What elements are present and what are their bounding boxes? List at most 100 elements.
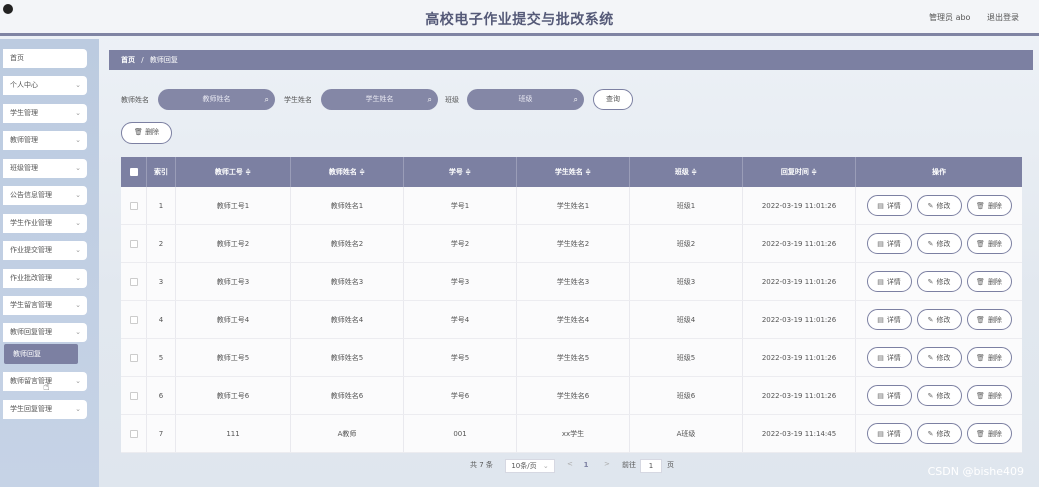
row-select-cell[interactable]: [121, 415, 147, 452]
table-row[interactable]: 2 教师工号2 教师姓名2 学号2 学生姓名2 班级2 2022-03-19 11:01:2…: [121, 225, 1022, 263]
detail-button[interactable]: ▤ 详情: [866, 385, 912, 406]
sidebar-item[interactable]: 学生作业管理 ⌄: [3, 214, 87, 233]
cell-teacher-id: 教师工号3: [176, 263, 291, 300]
sidebar-item[interactable]: 学生回复管理 ⌄: [3, 400, 87, 419]
th-reply-time[interactable]: 回复时间 ≑: [743, 157, 856, 187]
th-student-name[interactable]: 学生姓名 ≑: [517, 157, 630, 187]
cell-teacher-id: 教师工号6: [176, 377, 291, 414]
query-button[interactable]: 查询: [593, 89, 633, 110]
delete-button-label: 删除: [987, 239, 1002, 248]
row-checkbox[interactable]: [129, 353, 138, 362]
sidebar-item[interactable]: 首页: [3, 49, 87, 68]
sidebar-item[interactable]: 作业提交管理 ⌄: [3, 241, 87, 260]
trash-icon: 🗑: [976, 239, 985, 248]
sidebar-item[interactable]: 作业批改管理 ⌄: [3, 269, 87, 288]
row-checkbox[interactable]: [129, 315, 138, 324]
sidebar-sub-teacher-reply[interactable]: 教师回复: [4, 344, 78, 364]
document-icon: ▤: [877, 201, 884, 210]
current-page-number[interactable]: 1: [578, 459, 594, 473]
edit-button[interactable]: ✎ 修改: [916, 423, 962, 444]
cell-index: 4: [147, 301, 176, 338]
table-row[interactable]: 1 教师工号1 教师姓名1 学号1 学生姓名1 班级1 2022-03-19 11:01:2…: [121, 187, 1022, 225]
table-row[interactable]: 7 111 A教师 001 xx学生 A班级 2022-03-19 11:14:45 ▤ 详情 ✎…: [121, 415, 1022, 453]
sidebar-item-label: 班级管理: [10, 164, 38, 172]
row-select-cell[interactable]: [121, 187, 147, 224]
row-checkbox[interactable]: [129, 429, 138, 438]
page-size-select[interactable]: 10条/页 ⌄: [505, 459, 555, 473]
edit-button[interactable]: ✎ 修改: [916, 347, 962, 368]
edit-button[interactable]: ✎ 修改: [916, 233, 962, 254]
row-select-cell[interactable]: [121, 225, 147, 262]
edit-button[interactable]: ✎ 修改: [916, 271, 962, 292]
detail-button[interactable]: ▤ 详情: [866, 233, 912, 254]
cell-teacher-id: 教师工号4: [176, 301, 291, 338]
edit-button-label: 修改: [936, 239, 951, 248]
row-checkbox[interactable]: [129, 277, 138, 286]
pencil-icon: ✎: [927, 429, 934, 438]
select-all-checkbox[interactable]: [129, 168, 138, 176]
goto-page-input[interactable]: 1: [640, 459, 662, 473]
edit-button[interactable]: ✎ 修改: [916, 195, 962, 216]
delete-button[interactable]: 🗑 删除: [966, 195, 1012, 216]
sidebar-item[interactable]: 教师回复管理 ⌄: [3, 323, 87, 342]
delete-button[interactable]: 🗑 删除: [966, 233, 1012, 254]
row-checkbox[interactable]: [129, 391, 138, 400]
detail-button[interactable]: ▤ 详情: [866, 195, 912, 216]
pencil-icon: ✎: [927, 353, 934, 362]
student-name-input[interactable]: 学生姓名 ⌕: [321, 89, 438, 110]
cell-student-id: 学号1: [404, 187, 517, 224]
table-row[interactable]: 3 教师工号3 教师姓名3 学号3 学生姓名3 班级3 2022-03-19 11:01:2…: [121, 263, 1022, 301]
cell-reply-time: 2022-03-19 11:01:26: [743, 225, 856, 262]
detail-button[interactable]: ▤ 详情: [866, 309, 912, 330]
th-teacher-name[interactable]: 教师姓名 ≑: [291, 157, 404, 187]
detail-button[interactable]: ▤ 详情: [866, 347, 912, 368]
sidebar-item[interactable]: 班级管理 ⌄: [3, 159, 87, 178]
page-unit-label: 页: [667, 461, 674, 469]
sidebar-item[interactable]: 学生管理 ⌄: [3, 104, 87, 123]
th-student-id[interactable]: 学号 ≑: [404, 157, 517, 187]
pencil-icon: ✎: [927, 315, 934, 324]
cell-reply-time: 2022-03-19 11:01:26: [743, 187, 856, 224]
chevron-down-icon: ⌄: [75, 81, 81, 89]
th-class[interactable]: 班级 ≑: [630, 157, 743, 187]
sidebar-item[interactable]: 教师管理 ⌄: [3, 131, 87, 150]
table-row[interactable]: 5 教师工号5 教师姓名5 学号5 学生姓名5 班级5 2022-03-19 11:01:2…: [121, 339, 1022, 377]
sidebar-item[interactable]: 学生留言管理 ⌄: [3, 296, 87, 315]
delete-button[interactable]: 🗑 删除: [966, 347, 1012, 368]
next-page-button[interactable]: >: [604, 460, 610, 468]
breadcrumb-home[interactable]: 首页: [121, 56, 135, 64]
sidebar-item-label: 学生作业管理: [10, 219, 52, 227]
delete-button[interactable]: 🗑 删除: [966, 423, 1012, 444]
row-select-cell[interactable]: [121, 301, 147, 338]
row-select-cell[interactable]: [121, 377, 147, 414]
table-row[interactable]: 6 教师工号6 教师姓名6 学号6 学生姓名6 班级6 2022-03-19 11:01:2…: [121, 377, 1022, 415]
delete-button[interactable]: 🗑 删除: [966, 385, 1012, 406]
sidebar-item[interactable]: 个人中心 ⌄: [3, 76, 87, 95]
cell-reply-time: 2022-03-19 11:14:45: [743, 415, 856, 452]
delete-button[interactable]: 🗑 删除: [966, 271, 1012, 292]
sidebar-item[interactable]: 公告信息管理 ⌄: [3, 186, 87, 205]
detail-button[interactable]: ▤ 详情: [866, 271, 912, 292]
admin-user-label[interactable]: 管理员 abo: [929, 13, 970, 22]
teacher-name-input[interactable]: 教师姓名 ⌕: [158, 89, 275, 110]
edit-button[interactable]: ✎ 修改: [916, 309, 962, 330]
prev-page-button[interactable]: <: [567, 460, 573, 468]
select-all-cell[interactable]: [121, 157, 147, 187]
row-select-cell[interactable]: [121, 339, 147, 376]
row-select-cell[interactable]: [121, 263, 147, 300]
row-checkbox[interactable]: [129, 239, 138, 248]
trash-icon: 🗑: [976, 277, 985, 286]
detail-button[interactable]: ▤ 详情: [866, 423, 912, 444]
th-teacher-id[interactable]: 教师工号 ≑: [176, 157, 291, 187]
detail-button-label: 详情: [886, 429, 901, 438]
logout-link[interactable]: 退出登录: [987, 13, 1019, 22]
batch-delete-button[interactable]: 🗑 删除: [121, 122, 172, 144]
row-actions: ▤ 详情 ✎ 修改 🗑 删除: [856, 263, 1022, 300]
delete-button[interactable]: 🗑 删除: [966, 309, 1012, 330]
row-actions: ▤ 详情 ✎ 修改 🗑 删除: [856, 225, 1022, 262]
edit-button[interactable]: ✎ 修改: [916, 385, 962, 406]
row-checkbox[interactable]: [129, 201, 138, 210]
class-input[interactable]: 班级 ⌕: [467, 89, 584, 110]
table-row[interactable]: 4 教师工号4 教师姓名4 学号4 学生姓名4 班级4 2022-03-19 11:01:2…: [121, 301, 1022, 339]
cell-reply-time: 2022-03-19 11:01:26: [743, 263, 856, 300]
